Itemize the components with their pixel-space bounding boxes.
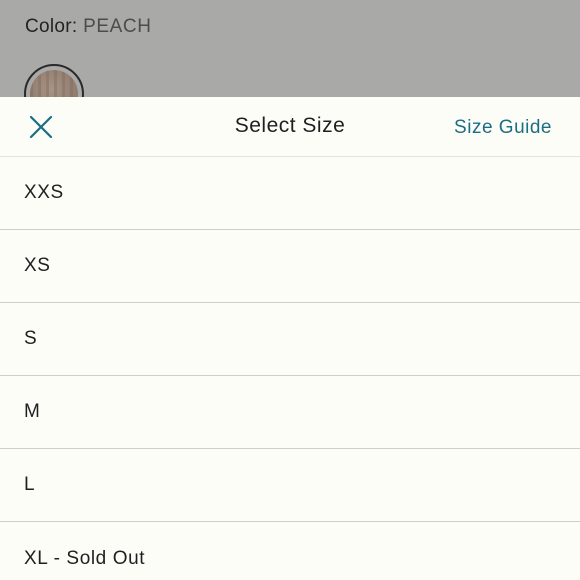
color-label: Color: bbox=[25, 16, 78, 37]
color-row: Color: PEACH bbox=[25, 16, 152, 38]
color-swatch[interactable] bbox=[24, 64, 84, 97]
size-option-s[interactable]: S bbox=[0, 303, 580, 376]
size-guide-link[interactable]: Size Guide bbox=[454, 117, 552, 139]
color-swatch-image bbox=[30, 70, 78, 97]
size-option-m[interactable]: M bbox=[0, 376, 580, 449]
size-option-l[interactable]: L bbox=[0, 449, 580, 522]
color-value: PEACH bbox=[83, 16, 152, 37]
product-details-backdrop: Color: PEACH bbox=[0, 0, 580, 97]
product-page: Color: PEACH Select Size Size Guide XXS … bbox=[0, 0, 580, 580]
size-list: XXS XS S M L XL - Sold Out bbox=[0, 157, 580, 580]
sheet-header: Select Size Size Guide bbox=[0, 97, 580, 157]
size-selector-sheet: Select Size Size Guide XXS XS S M L XL -… bbox=[0, 97, 580, 580]
size-option-xxs[interactable]: XXS bbox=[0, 157, 580, 230]
size-option-xs[interactable]: XS bbox=[0, 230, 580, 303]
size-option-xl[interactable]: XL - Sold Out bbox=[0, 522, 580, 580]
